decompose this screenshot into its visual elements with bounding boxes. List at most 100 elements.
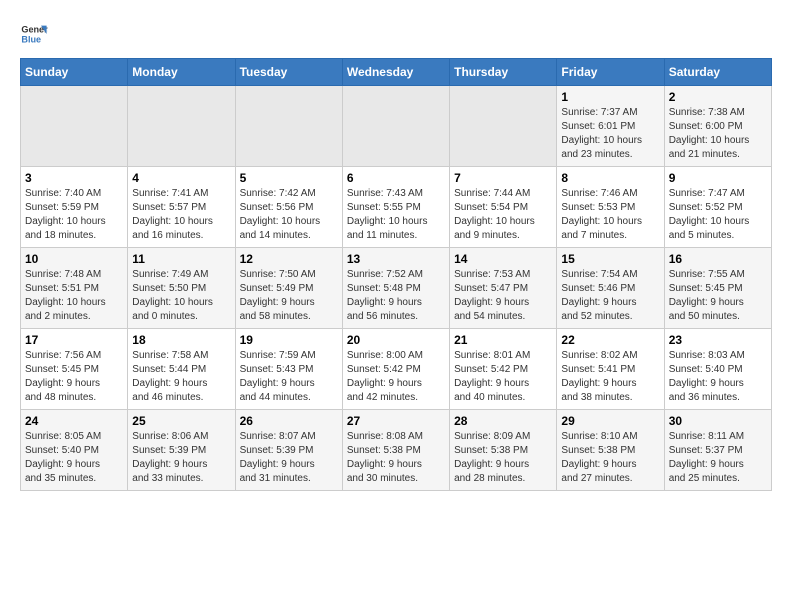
calendar-body: 1 Sunrise: 7:37 AM Sunset: 6:01 PM Daylig… (21, 86, 772, 491)
day-cell (235, 86, 342, 167)
day-info: Sunrise: 8:07 AM Sunset: 5:39 PM Dayligh… (240, 430, 338, 486)
day-cell: 21 Sunrise: 8:01 AM Sunset: 5:42 PM Dayli… (450, 329, 557, 410)
logo-icon: General Blue (20, 20, 48, 48)
day-info: Sunrise: 8:00 AM Sunset: 5:42 PM Dayligh… (347, 349, 445, 405)
day-cell: 4 Sunrise: 7:41 AM Sunset: 5:57 PM Daylig… (128, 167, 235, 248)
day-number: 29 (561, 414, 659, 428)
day-cell: 10 Sunrise: 7:48 AM Sunset: 5:51 PM Dayli… (21, 248, 128, 329)
day-cell: 18 Sunrise: 7:58 AM Sunset: 5:44 PM Dayli… (128, 329, 235, 410)
day-number: 17 (25, 333, 123, 347)
day-info: Sunrise: 7:49 AM Sunset: 5:50 PM Dayligh… (132, 268, 230, 324)
day-number: 22 (561, 333, 659, 347)
day-number: 12 (240, 252, 338, 266)
day-cell: 19 Sunrise: 7:59 AM Sunset: 5:43 PM Dayli… (235, 329, 342, 410)
day-info: Sunrise: 7:47 AM Sunset: 5:52 PM Dayligh… (669, 187, 767, 243)
day-cell: 25Sunrise: 8:06 AM Sunset: 5:39 PM Dayli… (128, 410, 235, 491)
day-info: Sunrise: 7:54 AM Sunset: 5:46 PM Dayligh… (561, 268, 659, 324)
day-info: Sunrise: 7:40 AM Sunset: 5:59 PM Dayligh… (25, 187, 123, 243)
day-cell: 7 Sunrise: 7:44 AM Sunset: 5:54 PM Daylig… (450, 167, 557, 248)
day-number: 18 (132, 333, 230, 347)
day-number: 10 (25, 252, 123, 266)
calendar-header: SundayMondayTuesdayWednesdayThursdayFrid… (21, 59, 772, 86)
day-info: Sunrise: 7:58 AM Sunset: 5:44 PM Dayligh… (132, 349, 230, 405)
day-number: 19 (240, 333, 338, 347)
day-info: Sunrise: 7:43 AM Sunset: 5:55 PM Dayligh… (347, 187, 445, 243)
day-number: 14 (454, 252, 552, 266)
day-number: 8 (561, 171, 659, 185)
day-cell (21, 86, 128, 167)
day-info: Sunrise: 7:44 AM Sunset: 5:54 PM Dayligh… (454, 187, 552, 243)
page-header: General Blue (20, 20, 772, 48)
day-number: 3 (25, 171, 123, 185)
day-number: 7 (454, 171, 552, 185)
week-row-4: 17 Sunrise: 7:56 AM Sunset: 5:45 PM Dayli… (21, 329, 772, 410)
day-info: Sunrise: 7:37 AM Sunset: 6:01 PM Dayligh… (561, 106, 659, 162)
day-info: Sunrise: 7:42 AM Sunset: 5:56 PM Dayligh… (240, 187, 338, 243)
day-info: Sunrise: 8:01 AM Sunset: 5:42 PM Dayligh… (454, 349, 552, 405)
day-info: Sunrise: 7:48 AM Sunset: 5:51 PM Dayligh… (25, 268, 123, 324)
day-info: Sunrise: 7:55 AM Sunset: 5:45 PM Dayligh… (669, 268, 767, 324)
day-number: 2 (669, 90, 767, 104)
day-cell: 17 Sunrise: 7:56 AM Sunset: 5:45 PM Dayli… (21, 329, 128, 410)
day-number: 16 (669, 252, 767, 266)
day-info: Sunrise: 7:46 AM Sunset: 5:53 PM Dayligh… (561, 187, 659, 243)
day-number: 13 (347, 252, 445, 266)
day-info: Sunrise: 8:03 AM Sunset: 5:40 PM Dayligh… (669, 349, 767, 405)
week-row-1: 1 Sunrise: 7:37 AM Sunset: 6:01 PM Daylig… (21, 86, 772, 167)
week-row-5: 24Sunrise: 8:05 AM Sunset: 5:40 PM Dayli… (21, 410, 772, 491)
day-cell: 8 Sunrise: 7:46 AM Sunset: 5:53 PM Daylig… (557, 167, 664, 248)
header-saturday: Saturday (664, 59, 771, 86)
day-number: 26 (240, 414, 338, 428)
day-cell (128, 86, 235, 167)
day-cell: 5 Sunrise: 7:42 AM Sunset: 5:56 PM Daylig… (235, 167, 342, 248)
day-number: 5 (240, 171, 338, 185)
day-info: Sunrise: 8:02 AM Sunset: 5:41 PM Dayligh… (561, 349, 659, 405)
logo: General Blue (20, 20, 52, 48)
day-cell: 9 Sunrise: 7:47 AM Sunset: 5:52 PM Daylig… (664, 167, 771, 248)
header-wednesday: Wednesday (342, 59, 449, 86)
day-cell: 1 Sunrise: 7:37 AM Sunset: 6:01 PM Daylig… (557, 86, 664, 167)
day-cell (342, 86, 449, 167)
week-row-2: 3 Sunrise: 7:40 AM Sunset: 5:59 PM Daylig… (21, 167, 772, 248)
header-thursday: Thursday (450, 59, 557, 86)
day-info: Sunrise: 8:11 AM Sunset: 5:37 PM Dayligh… (669, 430, 767, 486)
day-info: Sunrise: 7:38 AM Sunset: 6:00 PM Dayligh… (669, 106, 767, 162)
day-cell: 23Sunrise: 8:03 AM Sunset: 5:40 PM Dayli… (664, 329, 771, 410)
day-cell: 13 Sunrise: 7:52 AM Sunset: 5:48 PM Dayli… (342, 248, 449, 329)
day-cell: 16 Sunrise: 7:55 AM Sunset: 5:45 PM Dayli… (664, 248, 771, 329)
day-cell: 28Sunrise: 8:09 AM Sunset: 5:38 PM Dayli… (450, 410, 557, 491)
day-cell: 3 Sunrise: 7:40 AM Sunset: 5:59 PM Daylig… (21, 167, 128, 248)
day-cell: 11 Sunrise: 7:49 AM Sunset: 5:50 PM Dayli… (128, 248, 235, 329)
day-info: Sunrise: 8:10 AM Sunset: 5:38 PM Dayligh… (561, 430, 659, 486)
day-cell: 22 Sunrise: 8:02 AM Sunset: 5:41 PM Dayli… (557, 329, 664, 410)
day-number: 9 (669, 171, 767, 185)
day-cell: 14Sunrise: 7:53 AM Sunset: 5:47 PM Dayli… (450, 248, 557, 329)
day-cell: 30Sunrise: 8:11 AM Sunset: 5:37 PM Dayli… (664, 410, 771, 491)
day-number: 25 (132, 414, 230, 428)
day-info: Sunrise: 7:52 AM Sunset: 5:48 PM Dayligh… (347, 268, 445, 324)
day-number: 6 (347, 171, 445, 185)
day-number: 28 (454, 414, 552, 428)
day-number: 27 (347, 414, 445, 428)
day-cell: 27 Sunrise: 8:08 AM Sunset: 5:38 PM Dayli… (342, 410, 449, 491)
day-info: Sunrise: 7:56 AM Sunset: 5:45 PM Dayligh… (25, 349, 123, 405)
day-info: Sunrise: 8:08 AM Sunset: 5:38 PM Dayligh… (347, 430, 445, 486)
day-number: 1 (561, 90, 659, 104)
day-cell: 20 Sunrise: 8:00 AM Sunset: 5:42 PM Dayli… (342, 329, 449, 410)
day-info: Sunrise: 7:59 AM Sunset: 5:43 PM Dayligh… (240, 349, 338, 405)
day-info: Sunrise: 7:41 AM Sunset: 5:57 PM Dayligh… (132, 187, 230, 243)
header-sunday: Sunday (21, 59, 128, 86)
day-cell (450, 86, 557, 167)
svg-text:Blue: Blue (21, 34, 41, 44)
day-number: 20 (347, 333, 445, 347)
day-cell: 24Sunrise: 8:05 AM Sunset: 5:40 PM Dayli… (21, 410, 128, 491)
day-number: 21 (454, 333, 552, 347)
day-cell: 2 Sunrise: 7:38 AM Sunset: 6:00 PM Daylig… (664, 86, 771, 167)
day-info: Sunrise: 7:50 AM Sunset: 5:49 PM Dayligh… (240, 268, 338, 324)
day-number: 4 (132, 171, 230, 185)
week-row-3: 10 Sunrise: 7:48 AM Sunset: 5:51 PM Dayli… (21, 248, 772, 329)
day-cell: 29 Sunrise: 8:10 AM Sunset: 5:38 PM Dayli… (557, 410, 664, 491)
day-number: 24 (25, 414, 123, 428)
day-number: 11 (132, 252, 230, 266)
header-row: SundayMondayTuesdayWednesdayThursdayFrid… (21, 59, 772, 86)
